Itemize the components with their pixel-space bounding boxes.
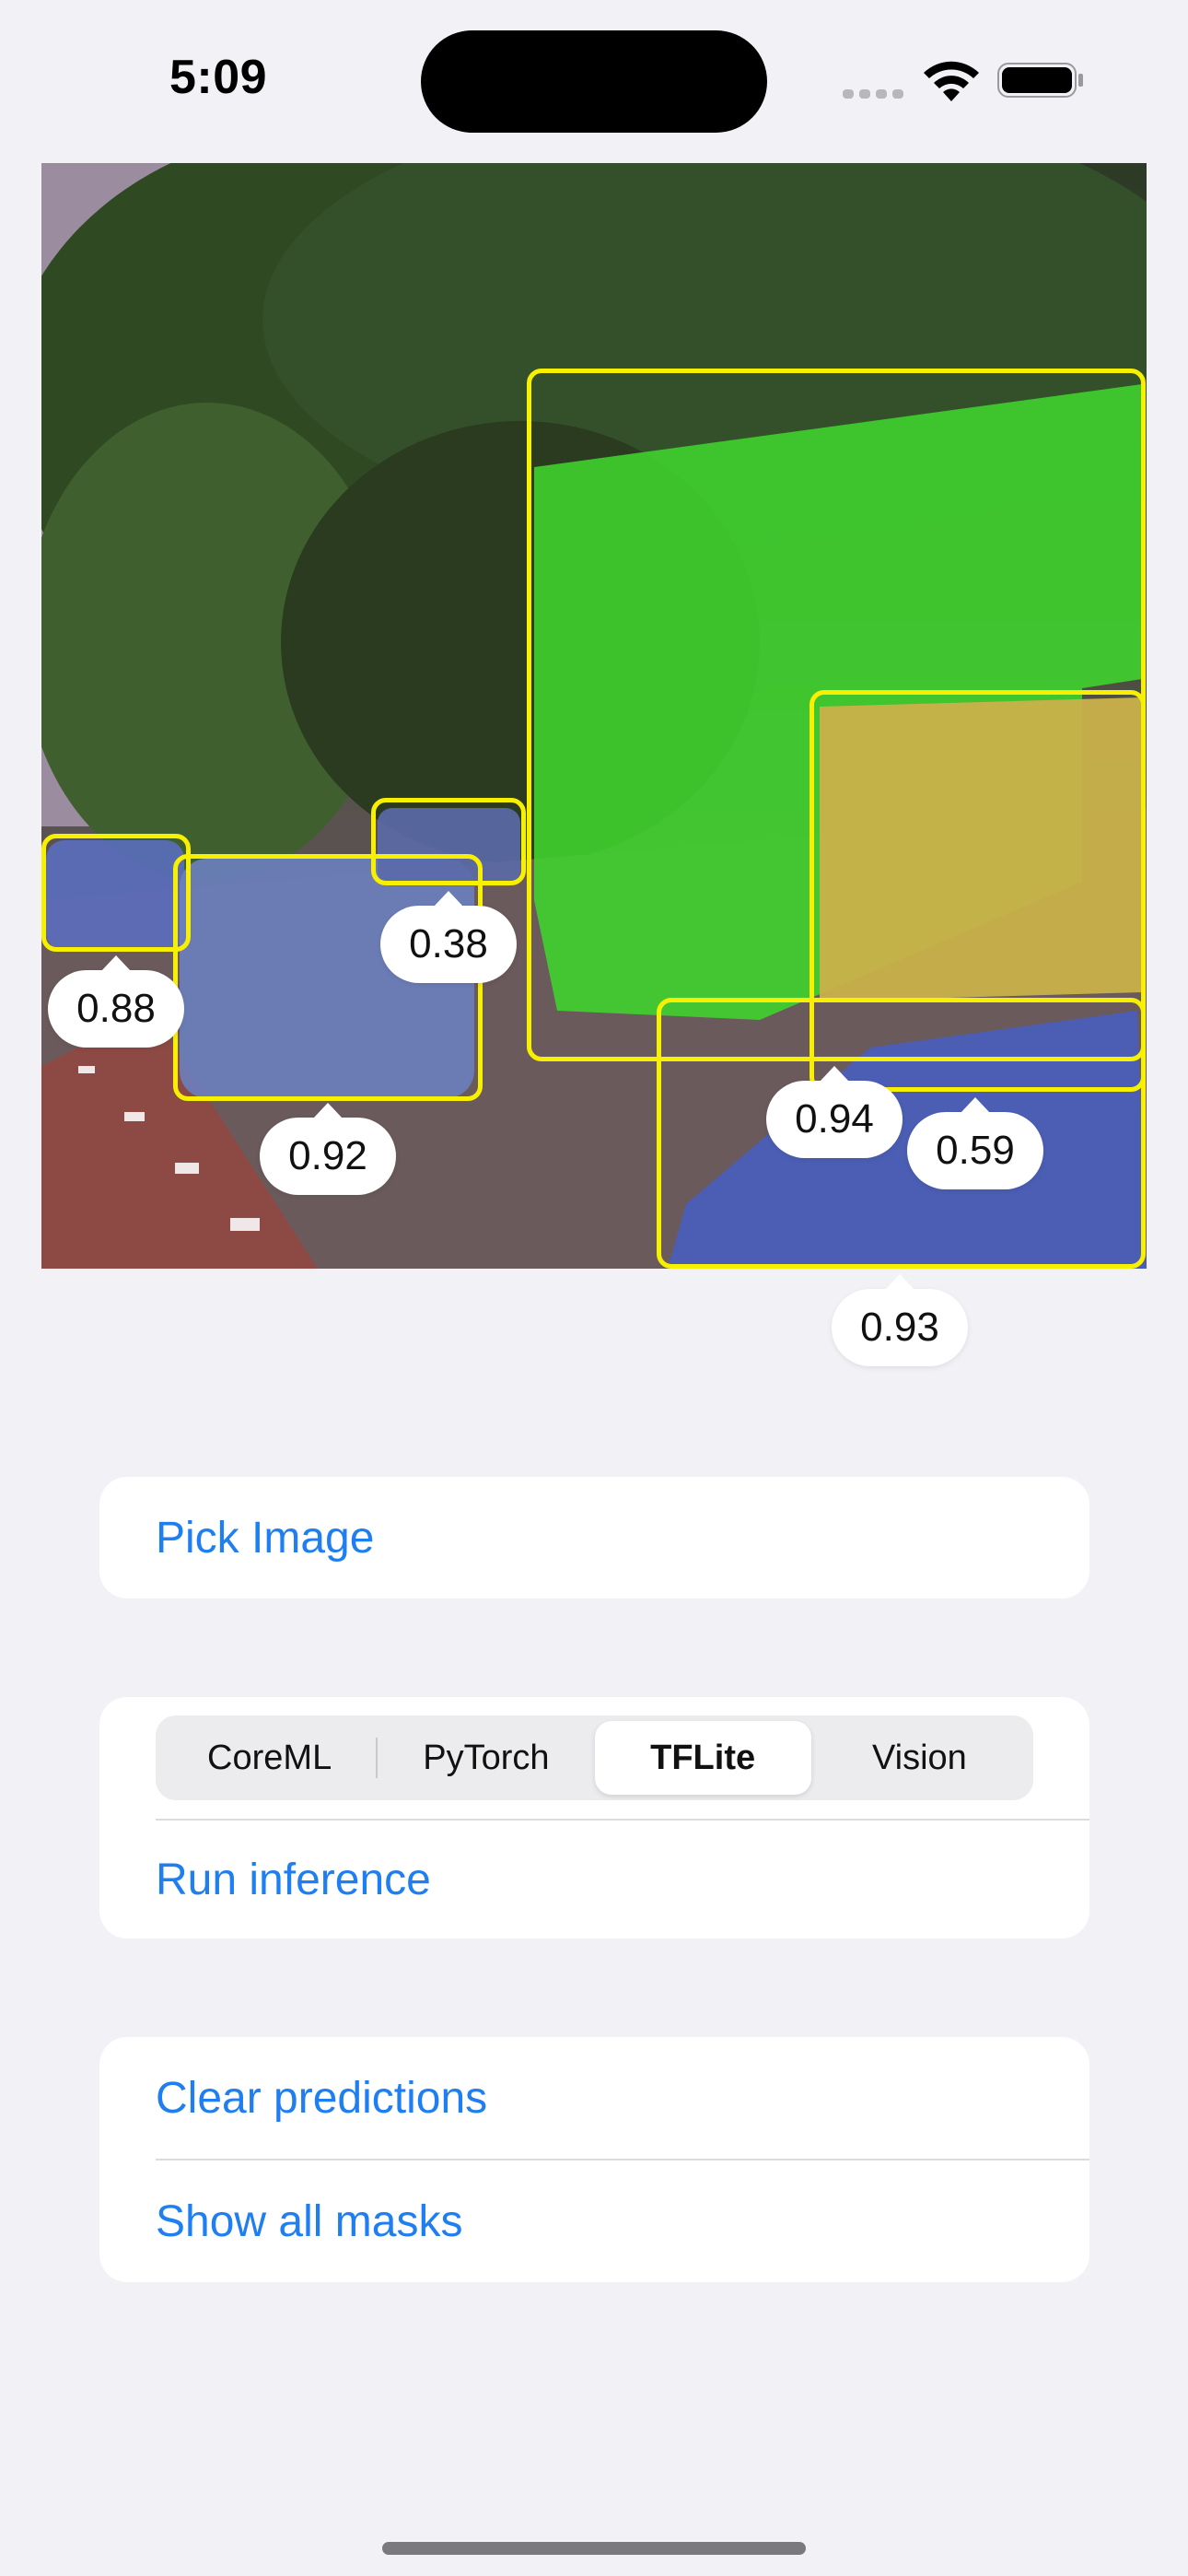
dynamic-island (421, 30, 767, 133)
detection-box-car[interactable] (41, 834, 191, 952)
score-label: 0.94 (766, 1066, 903, 1158)
show-all-masks-button[interactable]: Show all masks (99, 2160, 1089, 2282)
home-indicator[interactable] (382, 2542, 806, 2555)
run-inference-button[interactable]: Run inference (99, 1821, 1089, 1938)
segment-vision[interactable]: Vision (811, 1721, 1028, 1795)
clear-predictions-button[interactable]: Clear predictions (99, 2037, 1089, 2159)
detection-box-car[interactable] (657, 998, 1146, 1269)
segment-pytorch[interactable]: PyTorch (378, 1721, 594, 1795)
segment-tflite[interactable]: TFLite (594, 1721, 811, 1795)
actions-card: Clear predictions Show all masks (99, 2037, 1089, 2282)
inference-card: CoreML PyTorch TFLite Vision Run inferen… (99, 1697, 1089, 1938)
prediction-image: 0.88 0.92 0.38 0.94 0.59 0.93 (41, 163, 1147, 1366)
score-label: 0.92 (260, 1103, 396, 1195)
segment-coreml[interactable]: CoreML (161, 1721, 379, 1795)
battery-icon (997, 63, 1083, 98)
score-label: 0.93 (832, 1274, 968, 1366)
pick-image-card: Pick Image (99, 1477, 1089, 1598)
wifi-icon (924, 61, 979, 101)
pick-image-button[interactable]: Pick Image (99, 1477, 1089, 1598)
backend-segmented-control[interactable]: CoreML PyTorch TFLite Vision (156, 1715, 1033, 1800)
detection-box-car[interactable] (371, 798, 526, 885)
score-label: 0.38 (380, 891, 517, 983)
score-label: 0.59 (907, 1097, 1043, 1189)
score-label: 0.88 (48, 955, 184, 1048)
cellular-signal-icon (843, 87, 909, 103)
status-time: 5:09 (169, 51, 268, 104)
